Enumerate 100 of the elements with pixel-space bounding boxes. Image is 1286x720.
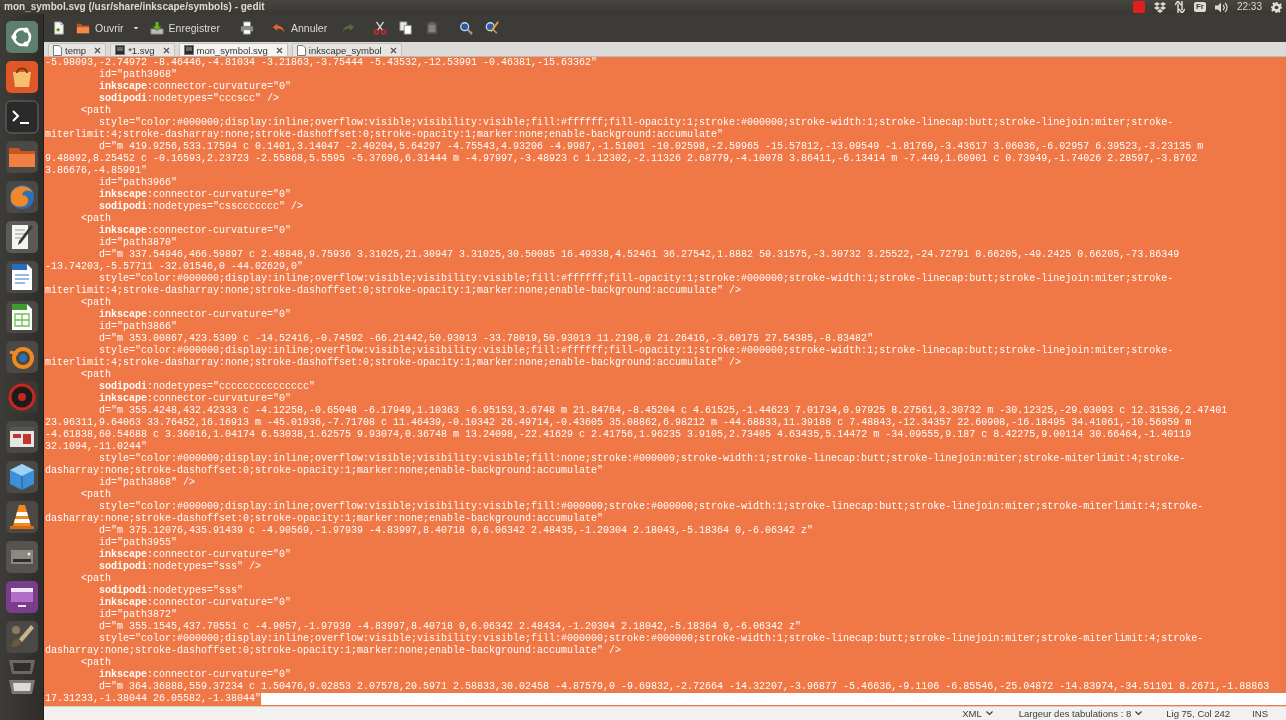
traffic-cone-icon[interactable] — [4, 500, 39, 534]
close-icon[interactable] — [389, 46, 397, 54]
pen-icon[interactable] — [4, 220, 39, 254]
document-icon[interactable] — [4, 260, 39, 294]
tab-width-dropdown[interactable]: Largeur des tabulations : 8 — [1016, 708, 1145, 719]
image-file-icon — [115, 45, 126, 55]
new-document-icon — [52, 21, 66, 35]
box-sync-icon[interactable] — [1153, 1, 1166, 13]
clock-text[interactable]: 22:33 — [1236, 1, 1262, 13]
copy-icon — [399, 21, 414, 35]
file-tab[interactable]: temp — [48, 43, 107, 56]
code-line: id="path3968" — [99, 69, 177, 81]
code-line: sodipodi:nodetypes="sss" /> — [99, 561, 262, 573]
code-line: d="m 355.1545,437.70551 c -4.9057,-1.97939 -4.83997,8.40718 0,6.06342 2.48434,-1.20304 2.18042,-5.18364 0,-6.06342 z" — [99, 621, 802, 633]
code-line: inkscape:connector-curvature="0" — [99, 669, 292, 681]
language-dropdown[interactable]: XML — [960, 708, 995, 719]
cube-icon[interactable] — [4, 460, 39, 494]
code-line: -5.98093,-2.74972 -8.46446,-4.81034 -3.21863,-3.75444 -5.43532,-12.53991 -0.46381,-15.63362" — [45, 57, 598, 69]
monitor-icon[interactable] — [4, 580, 39, 614]
globe-icon[interactable] — [4, 180, 39, 214]
undo-button[interactable]: Annuler — [268, 16, 331, 40]
code-line: sodipodi:nodetypes="cccscc" /> — [99, 93, 280, 105]
code-line: dasharray:none;stroke-dashoffset:0;stroke-opacity:1;marker:none;enable-background:accumulate" — [45, 465, 604, 477]
code-line: inkscape:connector-curvature="0" — [99, 225, 292, 237]
code-line: -13.74203,-5.57711 -32.01546,0 -44.02629,0" — [45, 261, 304, 273]
ring-icon[interactable] — [4, 340, 39, 374]
close-icon[interactable] — [94, 46, 102, 54]
code-line: inkscape:connector-curvature="0" — [99, 393, 292, 405]
code-line: id="path3868" /> — [99, 477, 195, 489]
code-line: d="m 355.4248,432.42333 c -4.12258,-0.65048 -6.17949,1.10363 -6.95153,3.6748 m 21.84764,-8.45204 c 4.61525,-1.44623 7.01734,0.97925 8.27561,3.30732 m -30.12325,-29.03093 c 12.31536,2.47401 — [99, 405, 1228, 417]
printer-icon — [239, 21, 254, 35]
save-button[interactable]: Enregistrer — [146, 16, 223, 40]
code-line: inkscape:connector-curvature="0" — [99, 309, 292, 321]
code-line: miterlimit:4;stroke-dasharray:none;stroke-dashoffset:0;stroke-opacity:1;marker:none;enable-background:accumulate" /> — [45, 285, 742, 297]
code-line: <path — [81, 573, 111, 585]
file-tab[interactable]: mon_symbol.svg — [178, 43, 288, 56]
code-line: <path — [81, 297, 111, 309]
file-tab[interactable]: *1.svg — [110, 43, 175, 56]
code-line: id="path3866" — [99, 321, 177, 333]
code-line: style="color:#000000;display:inline;overflow:visible;visibility:visible;fill:none;stroke:#000000;stroke-width:1;stroke-linecap:butt;stroke-linejoin:miter;stroke-miterlimit:4;stroke- — [99, 453, 1186, 465]
code-line: d="m 337.54946,466.59897 c 2.48848,9.75936 3.31025,21.30947 3.31025,30.50085 16.49338,4.52461 36.27542,1.8882 50.31575,-3.30732 3.25522,-24.72791 0.66205,-49.2425 0.66205,-73.86349 — [99, 249, 1180, 261]
code-line: miterlimit:4;stroke-dasharray:none;stroke-dashoffset:0;stroke-opacity:1;marker:none;enable-background:accumulate" — [45, 129, 724, 141]
code-line: <path — [81, 369, 111, 381]
code-line: inkscape:connector-curvature="0" — [99, 189, 292, 201]
code-line: inkscape:connector-curvature="0" — [99, 81, 292, 93]
window-title: mon_symbol.svg (/usr/share/inkscape/symbols) - gedit — [4, 1, 265, 13]
close-icon[interactable] — [162, 46, 170, 54]
code-line: style="color:#000000;display:inline;overflow:visible;visibility:visible;fill:#000000;stroke:#000000;stroke-width:1;stroke-linecap:butt;stroke-linejoin:miter;stroke-miterlimit:4;stroke- — [99, 501, 1204, 513]
code-line: dasharray:none;stroke-dashoffset:0;stroke-opacity:1;marker:none;enable-background:accumulate" — [45, 513, 604, 525]
code-line: <path — [81, 657, 111, 669]
folder-icon — [76, 21, 90, 35]
image-file-icon — [183, 45, 194, 55]
code-line: <path — [81, 213, 111, 225]
code-line: id="path3966" — [99, 177, 177, 189]
code-line: inkscape:connector-curvature="0" — [99, 597, 292, 609]
code-line: style="color:#000000;display:inline;overflow:visible;visibility:visible;fill:#000000;stroke:#000000;stroke-width:1;stroke-linecap:butt;stroke-linejoin:miter;stroke-miterlimit:4;stroke- — [99, 633, 1204, 645]
caret-icon — [131, 24, 140, 32]
window-icon[interactable] — [4, 420, 39, 454]
code-line: 32.1094,-11.0244" — [45, 441, 148, 453]
clipboard-icon — [425, 21, 440, 35]
code-line: 23.96311,9.64063 33.76452,16.16913 m -45.01936,-7.71708 c 11.46439,-0.10342 26.49714,-0.43605 35.08862,6.98212 m -44.68833,11.39188 c 7.48843,-12.34357 22.60908,-16.18495 34.41061,-10.56959 m — [45, 417, 1192, 429]
code-line: sodipodi:nodetypes="ccccccccccccccc" — [99, 381, 316, 393]
volume-icon[interactable] — [1214, 1, 1228, 13]
code-line: style="color:#000000;display:inline;overflow:visible;visibility:visible;fill:#ffffff;fill-opacity:1;stroke:#000000;stroke-width:1;stroke-linecap:butt;stroke-linejoin:miter;stroke- — [99, 273, 1174, 285]
settings-icon[interactable] — [1271, 1, 1282, 13]
code-line: 3.86676,-4.85991" — [45, 165, 148, 177]
shopping-bag-icon[interactable] — [4, 60, 39, 94]
code-line: d="m 375.12076,435.91439 c -4.90569,-1.97939 -4.83997,8.40718 0,6.06342 2.48435,-1.20304 2.18043,-5.18364 0,-6.06342 z" — [99, 525, 814, 537]
insert-mode-text: INS — [1252, 708, 1268, 719]
code-line: -4.61838,60.54688 c 3.36016,1.04174 6.53038,1.62575 9.93074,0.36748 m 13.24098,-22.41629 c 2.41756,1.96235 3.9105,2.73405 4.63435,5.14472 m -34.09555,9.187 c 8.42275,9.00114 30.66464,-1.40119 — [45, 429, 1192, 441]
transfer-arrows-icon[interactable] — [1174, 1, 1185, 13]
code-line: d="m 353.00867,423.5309 c -14.52416,-0.74592 -66.21442,50.93013 -33.78019,50.93013 11.2198,0 21.26416,-3.60175 27.54385,-8.83482" — [99, 333, 874, 345]
folder-icon[interactable] — [4, 140, 39, 174]
caret-icon — [1135, 711, 1143, 716]
code-line: dasharray:none;stroke-dashoffset:0;stroke-opacity:1;marker:none;enable-background:accumulate" /> — [45, 645, 622, 657]
drive-icon[interactable] — [4, 540, 39, 574]
document-icon — [296, 44, 306, 56]
code-line: inkscape:connector-curvature="0" — [99, 549, 292, 561]
open-button[interactable]: Ouvrir — [73, 16, 127, 40]
code-line: d="m 364.36888,559.37234 c 1.50476,9.02853 2.07578,20.5971 2.58833,30.02458 -4.87579,0 -9.69832,-2.72664 -14.32207,-3.96877 -5.46636,-9.1106 -6.85546,-25.04872 -14.83974,-34.51101 8.2671,-1.88863 — [99, 681, 1270, 693]
code-line: miterlimit:4;stroke-dasharray:none;stroke-dashoffset:0;stroke-opacity:1;marker:none;enable-background:accumulate" /> — [45, 357, 742, 369]
code-line: 9.48092,8.25452 c -0.16593,2.23723 -2.55868,5.5595 -5.37696,6.31444 m -4.97997,-3.48923 c 1.12302,-2.11326 2.68779,-4.10078 3.86411,-6.13414 m -7.449,1.60901 c 0.73949,-1.74026 2.28597,-3.8762 — [45, 153, 1198, 165]
ubuntu-logo-icon[interactable] — [4, 20, 39, 54]
caret-icon — [985, 711, 993, 716]
file-tab[interactable]: inkscape_symbol — [291, 43, 402, 56]
code-line: id="path3870" — [99, 237, 177, 249]
terminal-icon[interactable] — [4, 100, 39, 134]
code-line: id="path3872" — [99, 609, 177, 621]
save-icon — [149, 21, 164, 35]
code-line: <path — [81, 105, 111, 117]
keyboard-layout-indicator[interactable]: Fr — [1193, 2, 1206, 12]
search-icon — [459, 21, 474, 35]
code-line: <path — [81, 489, 111, 501]
code-line: id="path3955" — [99, 537, 177, 549]
brush-icon[interactable] — [4, 620, 39, 654]
close-icon[interactable] — [275, 46, 283, 54]
code-line: style="color:#000000;display:inline;overflow:visible;visibility:visible;fill:#ffffff;fill-opacity:1;stroke:#000000;stroke-width:1;stroke-linecap:butt;stroke-linejoin:miter;stroke- — [99, 117, 1174, 129]
code-line: sodipodi:nodetypes="cssccccccc" /> — [99, 201, 304, 213]
code-line: d="m 419.9256,533.17594 c 0.1401,3.14047 -2.40204,5.64297 -4.75543,4.93206 -4.9987,-1.51001 -10.02598,-2.59965 -15.57812,-13.09549 -1.81769,-3.43617 3.06036,-6.02957 6.39523,-3.23135 m — [99, 141, 1204, 153]
spreadsheet-icon[interactable] — [4, 300, 39, 334]
